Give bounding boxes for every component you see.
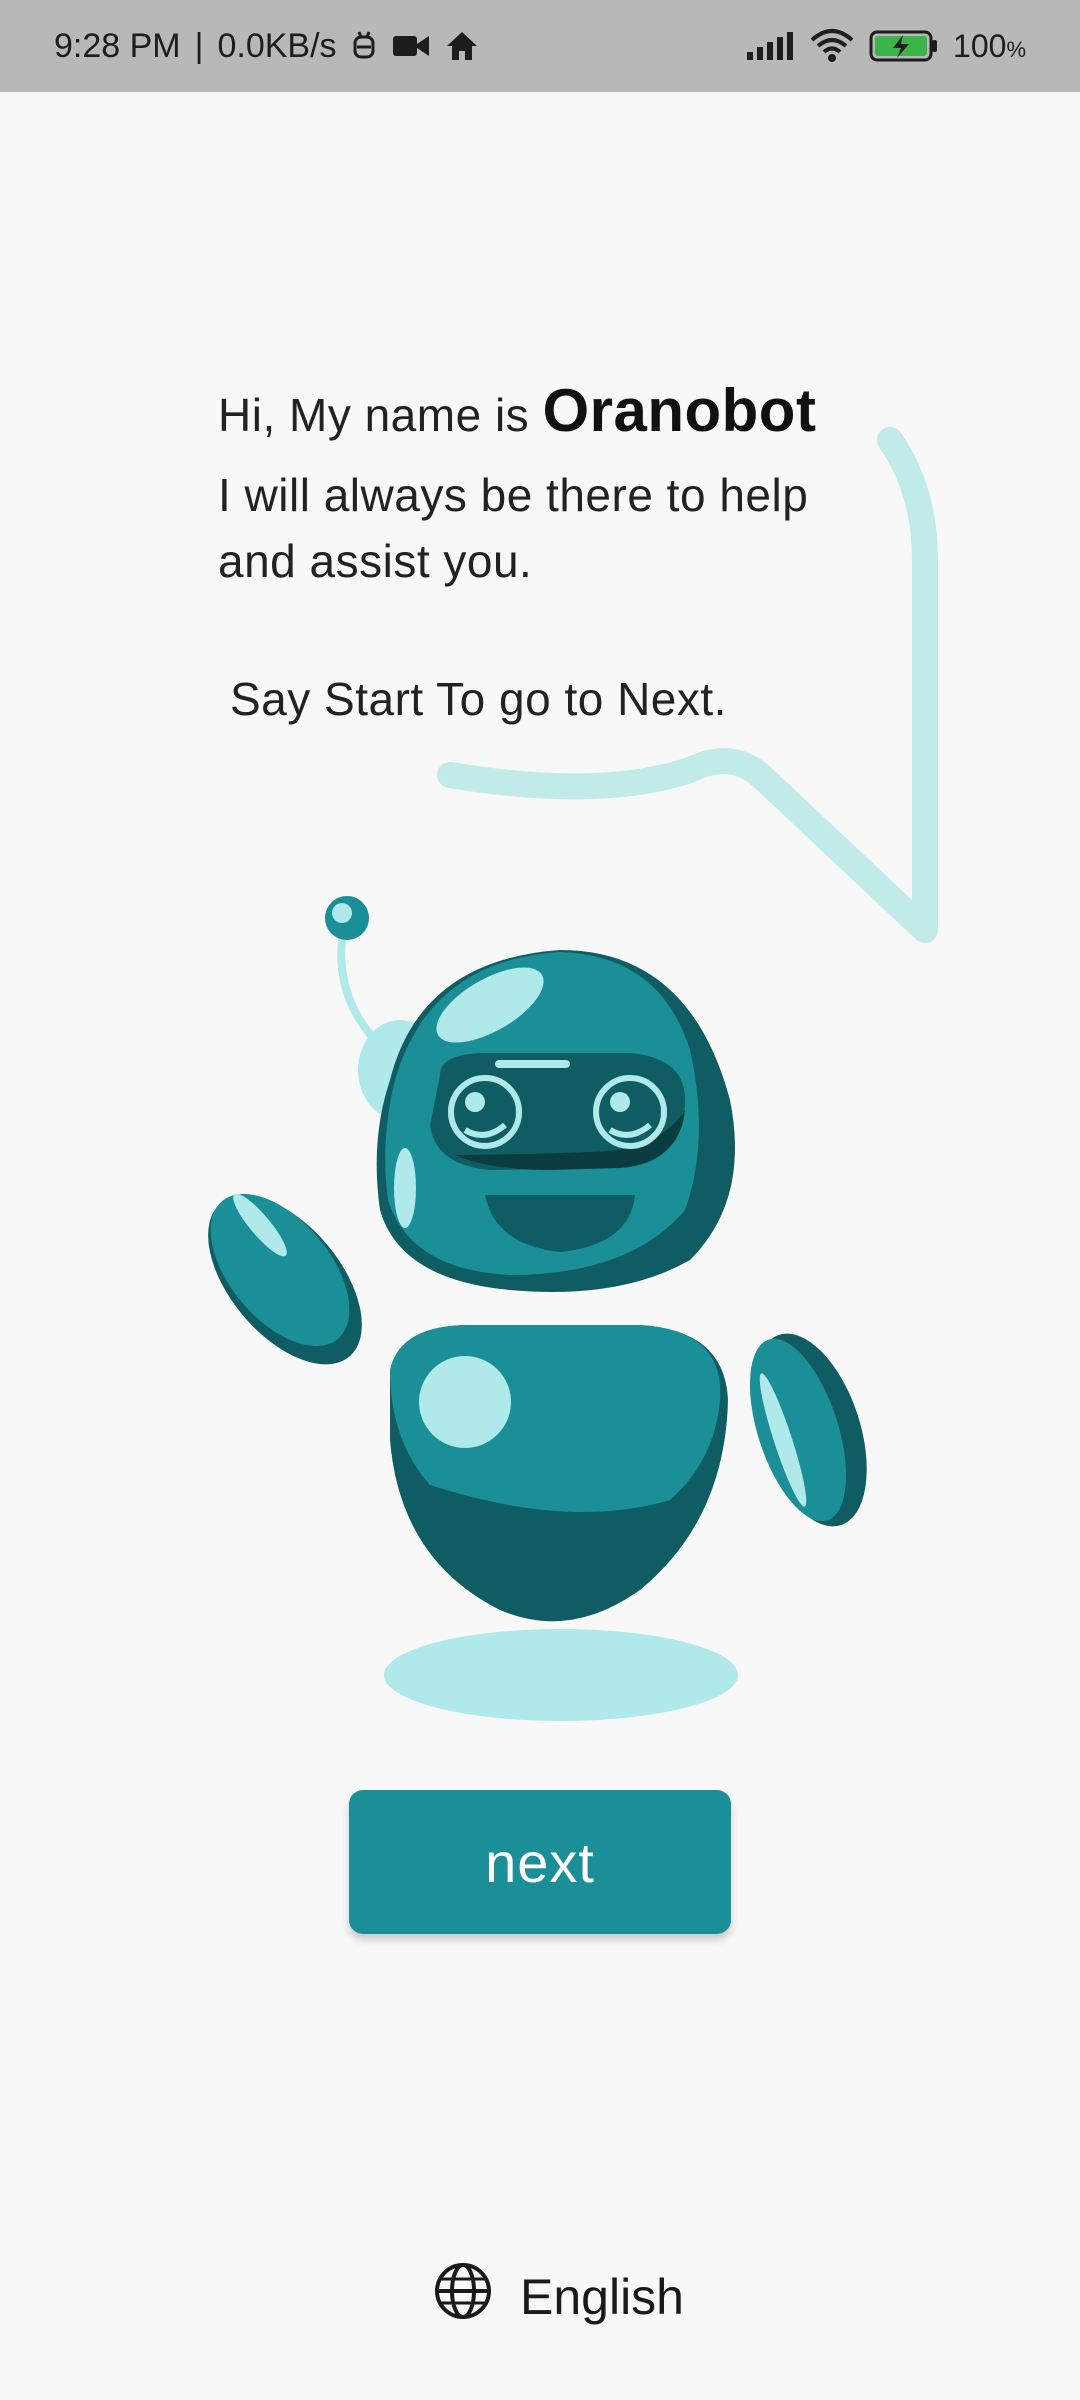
next-button[interactable]: next <box>349 1790 731 1934</box>
voice-hint: Say Start To go to Next. <box>230 673 727 725</box>
language-label: English <box>520 2269 684 2325</box>
greeting-line: Hi, My name is Oranobot <box>218 376 816 445</box>
greeting-intro: Hi, My name is <box>218 389 530 441</box>
robot-illustration <box>208 896 867 1721</box>
globe-icon <box>434 2262 492 2332</box>
intro-line-2: I will always be there to help <box>218 469 809 521</box>
bot-name: Oranobot <box>542 377 817 444</box>
language-selector[interactable]: English <box>434 2262 684 2332</box>
intro-line-3: and assist you. <box>218 535 533 587</box>
screen: 9:28 PM | 0.0KB/s 100% Hi, My name is Or… <box>0 0 1080 2400</box>
